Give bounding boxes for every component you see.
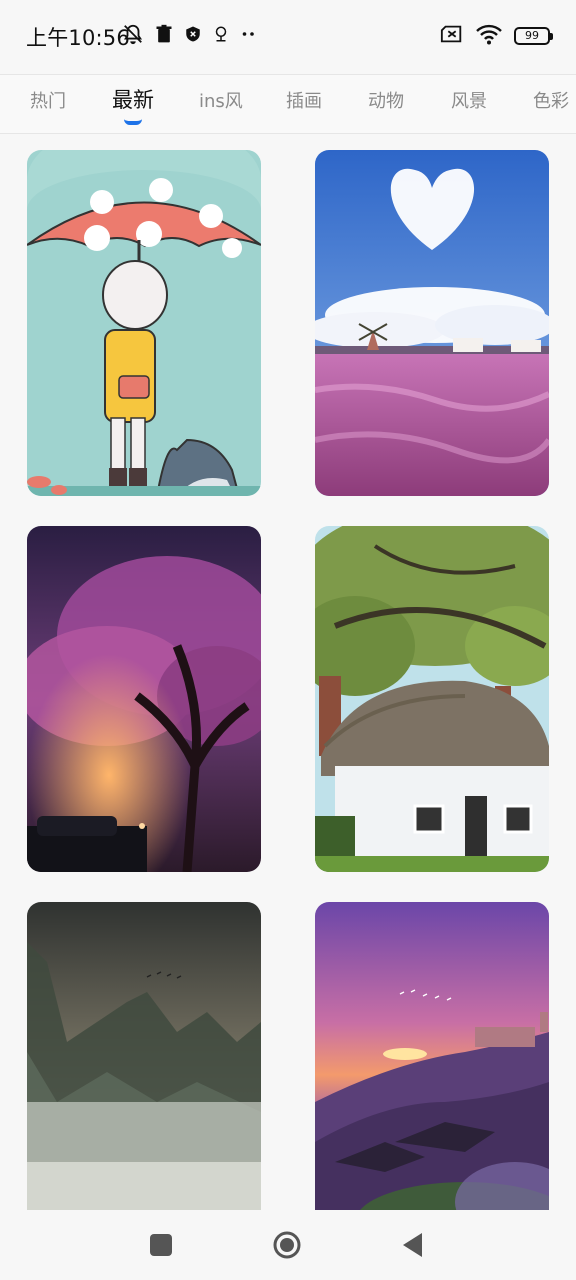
wallpaper-image xyxy=(315,150,549,496)
tab-colors[interactable]: 色彩 xyxy=(533,89,569,119)
wallpaper-image xyxy=(27,150,261,496)
status-left-icons xyxy=(122,24,258,48)
wallpaper-card-sunset-village[interactable] xyxy=(315,902,549,1210)
tab-latest[interactable]: 最新 xyxy=(112,87,154,125)
more-icon xyxy=(240,24,258,48)
wallpaper-card-pink-field[interactable] xyxy=(315,150,549,496)
active-tab-indicator xyxy=(124,119,142,125)
wallpaper-card-illustration-girl[interactable] xyxy=(27,150,261,496)
system-nav-bar xyxy=(0,1210,576,1280)
battery-icon: 99 xyxy=(514,27,553,45)
tab-animals[interactable]: 动物 xyxy=(368,89,404,119)
notifications-off-icon xyxy=(122,23,144,49)
wallpaper-image xyxy=(27,526,261,872)
tab-scenery[interactable]: 风景 xyxy=(451,89,487,119)
wallpaper-image xyxy=(315,526,549,872)
wallpaper-grid xyxy=(0,134,576,1210)
wallpaper-card-misty-mountains[interactable] xyxy=(27,902,261,1210)
recents-square-icon[interactable] xyxy=(146,1230,176,1260)
tab-illustration[interactable]: 插画 xyxy=(286,89,322,119)
tab-hot[interactable]: 热门 xyxy=(30,89,66,119)
wallpaper-card-thatched-cottage[interactable] xyxy=(315,526,549,872)
tab-latest-label: 最新 xyxy=(112,88,154,112)
wifi-icon xyxy=(476,23,502,49)
wallpaper-image xyxy=(315,902,549,1210)
back-triangle-icon[interactable] xyxy=(398,1230,428,1260)
home-circle-icon[interactable] xyxy=(272,1230,302,1260)
wallpaper-image xyxy=(27,902,261,1210)
status-right-icons: 99 xyxy=(440,23,553,49)
wallpaper-card-blossom-tree[interactable] xyxy=(27,526,261,872)
tab-ins[interactable]: ins风 xyxy=(199,89,243,119)
location-icon xyxy=(212,24,230,48)
shield-icon xyxy=(184,24,202,48)
category-tab-bar: 热门 最新 ins风 插画 动物 风景 色彩 xyxy=(0,74,576,134)
status-bar: 上午10:56 99 xyxy=(0,0,576,72)
status-time: 上午10:56 xyxy=(26,26,130,50)
sim-error-icon xyxy=(440,24,464,48)
trash-icon xyxy=(154,24,174,48)
